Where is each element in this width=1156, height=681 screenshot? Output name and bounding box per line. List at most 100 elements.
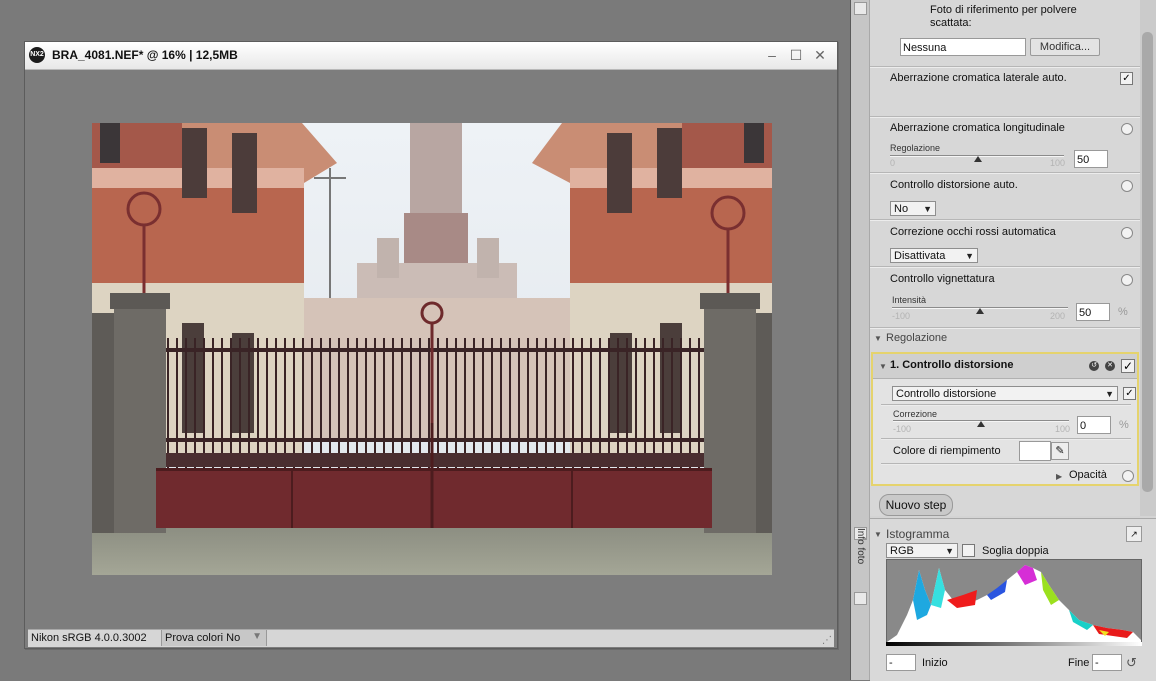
info-foto-tab[interactable]: Info foto bbox=[854, 528, 866, 588]
step-enable-checkbox[interactable]: ✓ bbox=[1121, 359, 1135, 373]
palette-side-strip: Info foto bbox=[851, 0, 870, 680]
histogram-options-icon[interactable]: ↗ bbox=[1126, 526, 1142, 542]
start-label: Inizio bbox=[922, 657, 948, 669]
new-step-button[interactable]: Nuovo step bbox=[879, 494, 953, 516]
photo-image bbox=[92, 123, 772, 575]
histogram-plot bbox=[887, 565, 1141, 642]
histogram-graph[interactable] bbox=[886, 559, 1142, 643]
correction-label: Correzione bbox=[893, 409, 938, 419]
softproof-dropdown[interactable]: Prova colori No ▼ bbox=[161, 630, 267, 646]
regolazione-section-header[interactable]: Regolazione bbox=[886, 332, 947, 344]
photo-canvas[interactable] bbox=[92, 123, 772, 575]
histogram-title[interactable]: Istogramma bbox=[886, 527, 949, 541]
divider bbox=[870, 172, 1140, 174]
axial-ca-label: Aberrazione cromatica longitudinale bbox=[890, 122, 1065, 134]
resize-grip-icon[interactable]: ⋰ bbox=[822, 635, 832, 646]
settings-scrollbar[interactable] bbox=[1140, 0, 1156, 516]
redeye-radio[interactable] bbox=[1121, 227, 1133, 239]
image-window: NX2 BRA_4081.NEF* @ 16% | 12,5MB ‒ ☐ ✕ N… bbox=[24, 41, 838, 649]
auto-distortion-value: No bbox=[894, 203, 909, 215]
vignette-intensity-label: Intensità bbox=[892, 295, 927, 305]
histogram-channel-dropdown[interactable]: RGB ▼ bbox=[886, 543, 958, 558]
axial-ca-regolazione-label: Regolazione bbox=[890, 143, 941, 153]
divider bbox=[881, 438, 1131, 440]
divider bbox=[870, 219, 1140, 221]
chevron-down-icon: ▼ bbox=[945, 546, 954, 556]
expand-triangle-icon[interactable]: ▼ bbox=[874, 334, 882, 343]
histogram-palette: ▼ Istogramma ↗ RGB ▼ Soglia doppia - Ini… bbox=[870, 518, 1156, 681]
modify-button[interactable]: Modifica... bbox=[1030, 38, 1100, 56]
vignette-min: -100 bbox=[892, 311, 911, 321]
delete-icon[interactable]: ✕ bbox=[1105, 361, 1115, 371]
divider bbox=[870, 266, 1140, 268]
expand-triangle-icon[interactable]: ▶ bbox=[1056, 472, 1062, 481]
softproof-label: Prova colori No bbox=[165, 632, 241, 644]
vignette-max: 200 bbox=[1050, 311, 1066, 321]
chevron-down-icon: ▼ bbox=[1105, 389, 1114, 399]
collapse-toggle-icon[interactable] bbox=[854, 592, 867, 605]
axial-ca-max: 100 bbox=[1050, 158, 1066, 168]
axial-ca-slider-knob[interactable] bbox=[974, 156, 982, 162]
divider bbox=[881, 404, 1131, 406]
opacity-label: Opacità bbox=[1069, 469, 1107, 481]
redeye-dropdown[interactable]: Disattivata ▼ bbox=[890, 248, 978, 263]
lateral-ca-label: Aberrazione cromatica laterale auto. bbox=[890, 72, 1067, 84]
distortion-mode-value: Controllo distorsione bbox=[896, 388, 997, 400]
distortion-mode-checkbox[interactable]: ✓ bbox=[1123, 387, 1136, 400]
step-header[interactable]: ▼ 1. Controllo distorsione ↺ ✕ ✓ bbox=[873, 354, 1137, 379]
histogram-reset-icon[interactable]: ↺ bbox=[1126, 655, 1137, 671]
double-threshold-label: Soglia doppia bbox=[982, 545, 1049, 557]
collapse-toggle-icon[interactable] bbox=[854, 2, 867, 15]
chevron-down-icon: ▼ bbox=[923, 204, 932, 214]
chevron-down-icon: ▼ bbox=[965, 251, 974, 261]
scrollbar-thumb[interactable] bbox=[1142, 32, 1153, 492]
correction-unit: % bbox=[1119, 419, 1129, 431]
auto-distortion-dropdown[interactable]: No ▼ bbox=[890, 201, 936, 216]
dust-reference-field[interactable]: Nessuna bbox=[900, 38, 1026, 56]
axial-ca-radio[interactable] bbox=[1121, 123, 1133, 135]
divider bbox=[870, 116, 1140, 118]
end-label: Fine bbox=[1068, 657, 1090, 669]
close-icon[interactable]: ✕ bbox=[812, 47, 828, 63]
divider bbox=[881, 463, 1131, 465]
dust-reference-label: Foto di riferimento per polvere scattata… bbox=[930, 4, 1077, 29]
auto-distortion-label: Controllo distorsione auto. bbox=[890, 179, 1018, 191]
redeye-value: Disattivata bbox=[894, 250, 946, 262]
distortion-mode-dropdown[interactable]: Controllo distorsione ▼ bbox=[892, 386, 1118, 401]
eyedropper-icon[interactable]: ✎ bbox=[1051, 442, 1069, 460]
step-distortion-control: ▼ 1. Controllo distorsione ↺ ✕ ✓ Control… bbox=[871, 352, 1139, 486]
histogram-gradient-bar bbox=[886, 642, 1142, 646]
correction-value-field[interactable]: 0 bbox=[1077, 416, 1111, 434]
auto-distortion-radio[interactable] bbox=[1121, 180, 1133, 192]
opacity-radio[interactable] bbox=[1122, 470, 1134, 482]
edit-list-panel: Info foto Foto di riferimento per polver… bbox=[850, 0, 1156, 681]
reset-icon[interactable]: ↺ bbox=[1089, 361, 1099, 371]
status-bar: Nikon sRGB 4.0.0.3002 Prova colori No ▼ … bbox=[28, 629, 834, 647]
correction-min: -100 bbox=[893, 424, 912, 434]
vignette-label: Controllo vignettatura bbox=[890, 273, 995, 285]
double-threshold-checkbox[interactable] bbox=[962, 544, 975, 557]
correction-slider-knob[interactable] bbox=[977, 421, 985, 427]
image-viewport[interactable] bbox=[28, 71, 834, 627]
lateral-ca-checkbox[interactable]: ✓ bbox=[1120, 72, 1133, 85]
camera-lens-corrections: Foto di riferimento per polvere scattata… bbox=[870, 0, 1140, 516]
maximize-icon[interactable]: ☐ bbox=[788, 47, 804, 63]
axial-ca-min: 0 bbox=[890, 158, 896, 168]
end-value-field[interactable]: - bbox=[1092, 654, 1122, 671]
vignette-radio[interactable] bbox=[1121, 274, 1133, 286]
capture-nx-logo-icon: NX2 bbox=[29, 47, 45, 63]
histogram-channel-value: RGB bbox=[890, 545, 914, 557]
correction-max: 100 bbox=[1055, 424, 1071, 434]
chevron-down-icon: ▼ bbox=[252, 631, 262, 642]
minimize-icon[interactable]: ‒ bbox=[764, 47, 780, 63]
fill-color-label: Colore di riempimento bbox=[893, 445, 1001, 457]
window-titlebar[interactable]: NX2 BRA_4081.NEF* @ 16% | 12,5MB ‒ ☐ ✕ bbox=[25, 42, 837, 70]
expand-triangle-icon[interactable]: ▼ bbox=[879, 362, 887, 371]
vignette-slider-knob[interactable] bbox=[976, 308, 984, 314]
divider bbox=[870, 327, 1140, 329]
axial-ca-value-field[interactable]: 50 bbox=[1074, 150, 1108, 168]
expand-triangle-icon[interactable]: ▼ bbox=[874, 530, 882, 539]
fill-color-swatch[interactable] bbox=[1019, 441, 1051, 461]
vignette-value-field[interactable]: 50 bbox=[1076, 303, 1110, 321]
start-value-field[interactable]: - bbox=[886, 654, 916, 671]
